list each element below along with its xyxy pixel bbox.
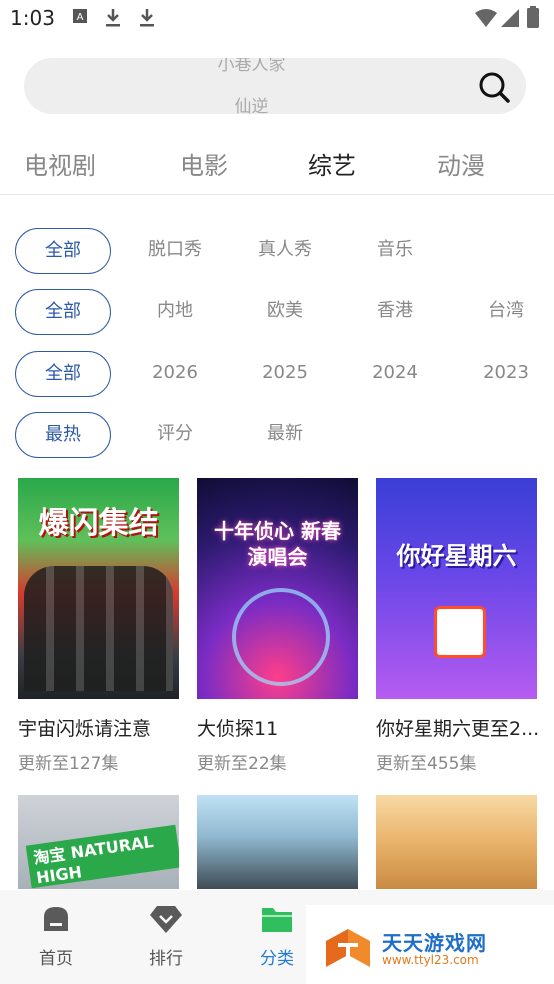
tab-variety[interactable]: 综艺 bbox=[308, 146, 356, 181]
show-poster[interactable]: 淘宝 NATURAL HIGH bbox=[18, 795, 179, 889]
filter-year-2025[interactable]: 2025 bbox=[240, 351, 330, 395]
filter-type-reality[interactable]: 真人秀 bbox=[240, 228, 330, 272]
nav-category-label: 分类 bbox=[260, 949, 294, 969]
show-poster[interactable]: 十年侦心 新春演唱会 bbox=[197, 478, 358, 699]
wifi-icon bbox=[475, 9, 497, 27]
rank-icon bbox=[150, 906, 182, 933]
search-hint-current: 仙逆 bbox=[234, 97, 269, 114]
poster-title-text: 你好星期六 bbox=[396, 542, 517, 570]
show-title: 大侦探11 bbox=[197, 718, 279, 740]
filter-type-music[interactable]: 音乐 bbox=[350, 228, 440, 272]
tab-anime[interactable]: 动漫 bbox=[437, 146, 485, 181]
filter-type-all[interactable]: 全部 bbox=[15, 228, 111, 274]
poster-ferris-wheel bbox=[232, 588, 330, 686]
download-icon bbox=[106, 9, 120, 27]
signal-icon bbox=[501, 9, 519, 27]
status-bar: 1:03 A bbox=[0, 0, 554, 38]
filter-year-all[interactable]: 全部 bbox=[15, 351, 111, 397]
filter-region-western[interactable]: 欧美 bbox=[240, 289, 330, 333]
filter-row-sort: 最热 评分 最新 bbox=[0, 412, 554, 460]
nav-ranking-label: 排行 bbox=[149, 949, 183, 969]
filter-row-year: 全部 2026 2025 2024 2023 bbox=[0, 351, 554, 399]
sort-rating[interactable]: 评分 bbox=[130, 412, 220, 456]
watermark-name: 天天游戏网 bbox=[382, 931, 487, 955]
nav-home-label: 首页 bbox=[39, 949, 73, 969]
show-episode-status: 更新至455集 bbox=[376, 754, 477, 774]
nav-home[interactable]: 首页 bbox=[16, 904, 96, 969]
show-poster[interactable]: 爆闪集结 bbox=[18, 478, 179, 699]
show-poster[interactable] bbox=[376, 795, 537, 889]
show-episode-status: 更新至127集 bbox=[18, 754, 119, 774]
filter-region-taiwan[interactable]: 台湾 bbox=[461, 289, 551, 333]
download-icon bbox=[140, 9, 154, 27]
poster-title-text: 淘宝 NATURAL HIGH bbox=[25, 824, 179, 889]
category-tabs: 电视剧 电影 综艺 动漫 bbox=[0, 128, 554, 195]
nav-category[interactable]: 分类 bbox=[237, 904, 317, 969]
watermark: 天天游戏网 www.ttyl23.com bbox=[306, 905, 554, 984]
tab-movies[interactable]: 电影 bbox=[180, 146, 228, 181]
search-icon[interactable] bbox=[478, 71, 510, 103]
show-poster[interactable] bbox=[197, 795, 358, 889]
notification-a-icon: A bbox=[73, 9, 87, 23]
tab-tv-series[interactable]: 电视剧 bbox=[24, 146, 96, 181]
show-poster[interactable]: 你好星期六 bbox=[376, 478, 537, 699]
filter-region-all[interactable]: 全部 bbox=[15, 289, 111, 335]
show-title: 你好星期六更至2... bbox=[376, 718, 540, 740]
filter-region-hongkong[interactable]: 香港 bbox=[350, 289, 440, 333]
home-icon bbox=[44, 907, 68, 931]
filter-region-mainland[interactable]: 内地 bbox=[130, 289, 220, 333]
folder-icon bbox=[262, 908, 292, 932]
show-title: 宇宙闪烁请注意 bbox=[18, 718, 152, 740]
poster-figures bbox=[24, 566, 173, 691]
filter-year-2023[interactable]: 2023 bbox=[461, 351, 551, 395]
filter-year-2026[interactable]: 2026 bbox=[130, 351, 220, 395]
filter-row-region: 全部 内地 欧美 香港 台湾 bbox=[0, 289, 554, 337]
sort-latest[interactable]: 最新 bbox=[240, 412, 330, 456]
filter-type-talkshow[interactable]: 脱口秀 bbox=[130, 228, 220, 272]
show-episode-status: 更新至22集 bbox=[197, 754, 287, 774]
poster-title-text: 爆闪集结 bbox=[38, 506, 159, 541]
search-hint-previous: 小巷人家 bbox=[217, 58, 286, 75]
filter-year-2024[interactable]: 2024 bbox=[350, 351, 440, 395]
poster-title-text: 十年侦心 新春演唱会 bbox=[214, 519, 341, 569]
watermark-logo-icon bbox=[326, 929, 370, 967]
status-time: 1:03 bbox=[10, 6, 55, 30]
watermark-url: www.ttyl23.com bbox=[382, 953, 479, 967]
battery-icon bbox=[527, 6, 539, 28]
search-bar[interactable]: 小巷人家 仙逆 bbox=[24, 58, 526, 114]
sort-popular[interactable]: 最热 bbox=[15, 412, 111, 458]
poster-logo-badge bbox=[434, 606, 486, 658]
filter-row-type: 全部 脱口秀 真人秀 音乐 bbox=[0, 228, 554, 276]
svg-text:A: A bbox=[77, 12, 84, 23]
nav-ranking[interactable]: 排行 bbox=[126, 904, 206, 969]
